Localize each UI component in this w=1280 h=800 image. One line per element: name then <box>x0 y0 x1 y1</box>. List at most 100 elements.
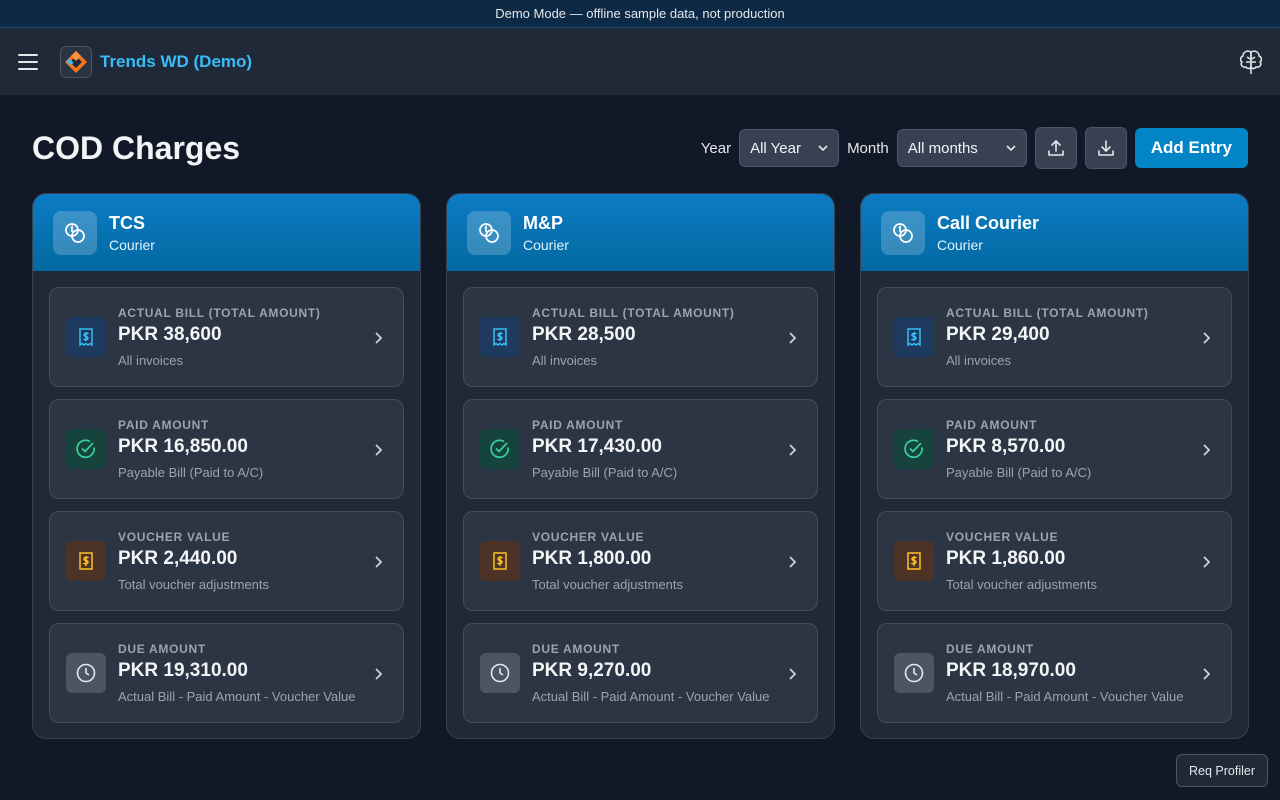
courier-card-tcs: TCS Courier ACTUAL BILL (TOTAL AMOUNT) P… <box>32 193 421 739</box>
month-select[interactable]: All months <box>896 129 1027 167</box>
metric-actual-bill[interactable]: ACTUAL BILL (TOTAL AMOUNT) PKR 28,500 Al… <box>463 287 818 387</box>
metric-label: DUE AMOUNT <box>946 642 1034 656</box>
metric-value: PKR 9,270.00 <box>532 660 652 681</box>
metric-label: PAID AMOUNT <box>118 418 210 432</box>
metric-label: DUE AMOUNT <box>532 642 620 656</box>
metric-label: PAID AMOUNT <box>532 418 624 432</box>
metric-subtext: Actual Bill - Paid Amount - Voucher Valu… <box>532 689 770 704</box>
voucher-icon <box>894 541 934 581</box>
metric-subtext: All invoices <box>946 353 1012 368</box>
voucher-icon <box>66 541 106 581</box>
year-select[interactable]: All Year <box>739 129 840 167</box>
metric-label: VOUCHER VALUE <box>946 530 1059 544</box>
coins-icon <box>881 210 925 255</box>
chevron-right-icon <box>1203 668 1211 680</box>
year-select-value: All Year <box>750 139 801 157</box>
chevron-right-icon <box>789 332 797 344</box>
page-title: COD Charges <box>32 129 241 166</box>
chevron-right-icon <box>375 332 383 344</box>
download-icon <box>1097 140 1114 156</box>
courier-card-mp: M&P Courier ACTUAL BILL (TOTAL AMOUNT) P… <box>446 193 835 739</box>
card-header: TCS Courier <box>33 194 420 271</box>
courier-type: Courier <box>109 236 155 253</box>
clock-icon <box>480 653 520 693</box>
metric-paid-amount[interactable]: PAID AMOUNT PKR 8,570.00 Payable Bill (P… <box>877 399 1232 499</box>
courier-type: Courier <box>523 236 569 253</box>
card-header: Call Courier Courier <box>861 194 1248 271</box>
courier-card-call-courier: Call Courier Courier ACTUAL BILL (TOTAL … <box>860 193 1249 739</box>
check-circle-icon <box>480 429 520 469</box>
month-label: Month <box>847 139 889 157</box>
chevron-right-icon <box>1203 556 1211 568</box>
clock-icon <box>894 653 934 693</box>
chevron-right-icon <box>375 668 383 680</box>
metric-subtext: Total voucher adjustments <box>946 577 1098 592</box>
chevron-right-icon <box>789 668 797 680</box>
metric-actual-bill[interactable]: ACTUAL BILL (TOTAL AMOUNT) PKR 29,400 Al… <box>877 287 1232 387</box>
metric-voucher-value[interactable]: VOUCHER VALUE PKR 2,440.00 Total voucher… <box>49 511 404 611</box>
hamburger-icon[interactable] <box>18 53 38 70</box>
receipt-icon <box>66 317 106 357</box>
clock-icon <box>66 653 106 693</box>
brand-title[interactable]: Trends WD (Demo) <box>100 52 252 72</box>
coins-icon <box>53 210 97 255</box>
metric-subtext: Payable Bill (Paid to A/C) <box>532 465 678 480</box>
metric-subtext: All invoices <box>532 353 598 368</box>
receipt-icon <box>894 317 934 357</box>
metric-label: ACTUAL BILL (TOTAL AMOUNT) <box>946 306 1149 320</box>
courier-type: Courier <box>937 236 983 253</box>
metric-label: VOUCHER VALUE <box>532 530 645 544</box>
courier-name: Call Courier <box>937 212 1040 233</box>
app-logo <box>60 45 92 78</box>
chevron-right-icon <box>789 444 797 456</box>
metric-value: PKR 38,600 <box>118 324 222 345</box>
check-circle-icon <box>66 429 106 469</box>
metric-value: PKR 16,850.00 <box>118 436 248 457</box>
page-header: COD Charges Year All Year Month All mont… <box>32 127 1248 169</box>
metric-paid-amount[interactable]: PAID AMOUNT PKR 16,850.00 Payable Bill (… <box>49 399 404 499</box>
metric-subtext: Payable Bill (Paid to A/C) <box>946 465 1092 480</box>
voucher-icon <box>480 541 520 581</box>
metric-subtext: Actual Bill - Paid Amount - Voucher Valu… <box>118 689 356 704</box>
metric-subtext: Total voucher adjustments <box>118 577 270 592</box>
year-label: Year <box>700 139 732 157</box>
metric-voucher-value[interactable]: VOUCHER VALUE PKR 1,800.00 Total voucher… <box>463 511 818 611</box>
metric-voucher-value[interactable]: VOUCHER VALUE PKR 1,860.00 Total voucher… <box>877 511 1232 611</box>
metric-actual-bill[interactable]: ACTUAL BILL (TOTAL AMOUNT) PKR 38,600 Al… <box>49 287 404 387</box>
chevron-right-icon <box>375 444 383 456</box>
courier-name: TCS <box>109 212 145 233</box>
metric-subtext: Payable Bill (Paid to A/C) <box>118 465 264 480</box>
metric-due-amount[interactable]: DUE AMOUNT PKR 9,270.00 Actual Bill - Pa… <box>463 623 818 723</box>
metric-value: PKR 28,500 <box>532 324 636 345</box>
metric-value: PKR 17,430.00 <box>532 436 662 457</box>
download-button[interactable] <box>1084 127 1127 169</box>
add-entry-button[interactable]: Add Entry <box>1134 128 1248 168</box>
receipt-icon <box>480 317 520 357</box>
metric-label: ACTUAL BILL (TOTAL AMOUNT) <box>118 306 321 320</box>
upload-button[interactable] <box>1034 127 1077 169</box>
chevron-right-icon <box>1203 332 1211 344</box>
chevron-down-icon <box>1006 145 1016 152</box>
metric-value: PKR 8,570.00 <box>946 436 1066 457</box>
chevron-right-icon <box>375 556 383 568</box>
top-navbar: Trends WD (Demo) <box>0 28 1280 95</box>
courier-name: M&P <box>523 212 563 233</box>
upload-icon <box>1047 140 1064 156</box>
courier-cards: TCS Courier ACTUAL BILL (TOTAL AMOUNT) P… <box>32 193 1249 739</box>
metric-due-amount[interactable]: DUE AMOUNT PKR 19,310.00 Actual Bill - P… <box>49 623 404 723</box>
metric-due-amount[interactable]: DUE AMOUNT PKR 18,970.00 Actual Bill - P… <box>877 623 1232 723</box>
metric-paid-amount[interactable]: PAID AMOUNT PKR 17,430.00 Payable Bill (… <box>463 399 818 499</box>
metric-value: PKR 1,800.00 <box>532 548 652 569</box>
metric-subtext: All invoices <box>118 353 184 368</box>
check-circle-icon <box>894 429 934 469</box>
month-select-value: All months <box>907 139 978 157</box>
metric-label: ACTUAL BILL (TOTAL AMOUNT) <box>532 306 735 320</box>
metric-label: PAID AMOUNT <box>946 418 1038 432</box>
req-profiler-button[interactable]: Req Profiler <box>1176 754 1268 787</box>
demo-mode-banner: Demo Mode — offline sample data, not pro… <box>0 0 1280 28</box>
metric-value: PKR 29,400 <box>946 324 1050 345</box>
metric-value: PKR 2,440.00 <box>118 548 238 569</box>
demo-banner-text: Demo Mode — offline sample data, not pro… <box>495 6 785 21</box>
brain-icon[interactable] <box>1238 48 1264 76</box>
metric-subtext: Actual Bill - Paid Amount - Voucher Valu… <box>946 689 1184 704</box>
